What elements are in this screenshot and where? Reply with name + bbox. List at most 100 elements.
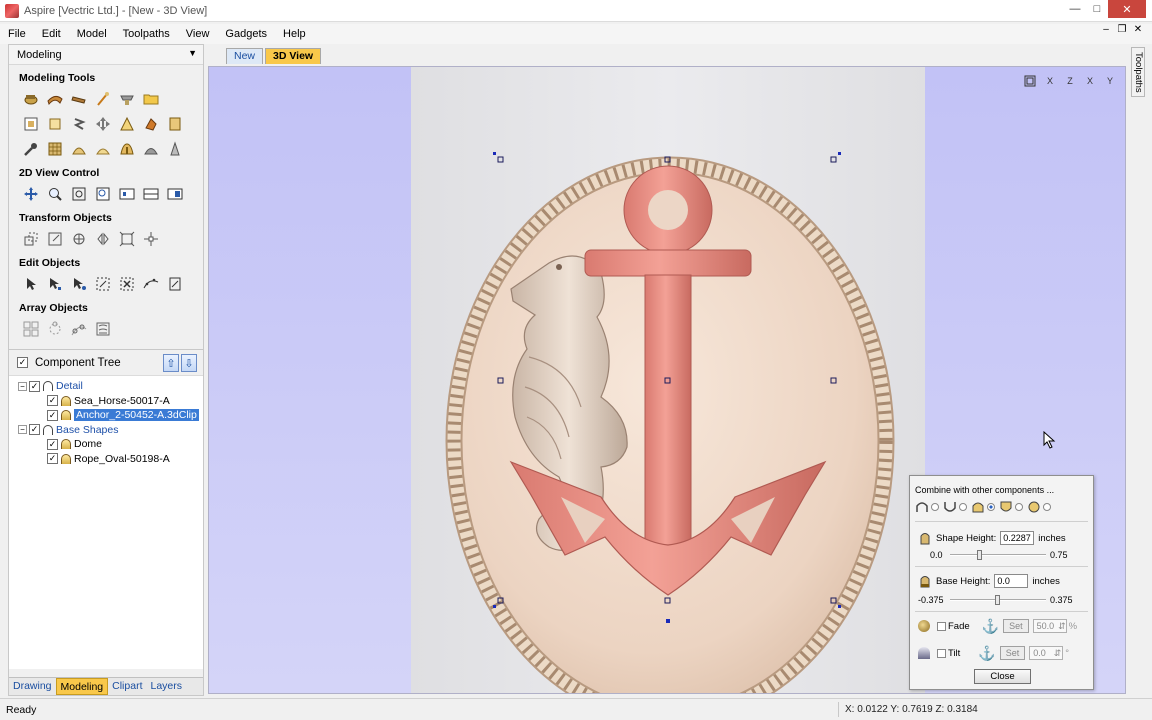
tab-3d-view[interactable]: 3D View (265, 48, 322, 64)
radio-add[interactable] (931, 503, 939, 511)
menu-gadgets[interactable]: Gadgets (217, 28, 275, 40)
zoom-icon[interactable] (43, 183, 67, 205)
create-shape-icon[interactable] (19, 88, 43, 110)
rotate-icon[interactable] (67, 228, 91, 250)
tilt-set-button[interactable]: Set (999, 646, 1026, 660)
split-view-icon[interactable] (163, 183, 187, 205)
tree-checkbox[interactable]: ✓ (47, 409, 58, 421)
interactive-trim-icon[interactable] (91, 273, 115, 295)
fillet-icon[interactable] (163, 273, 187, 295)
move-down-icon[interactable]: ⇩ (181, 354, 197, 372)
view-x2-button[interactable]: X (1081, 73, 1099, 89)
tab-new[interactable]: New (226, 48, 264, 64)
combine-multiply-option[interactable] (1027, 500, 1051, 514)
doc-minimize-button[interactable]: – (1100, 24, 1112, 35)
tilt-anchor-icon[interactable]: ⚓ (978, 645, 995, 662)
view-y-button[interactable]: Y (1101, 73, 1119, 89)
tree-group-detail[interactable]: − ✓ Detail (9, 379, 203, 394)
shape-height-slider-thumb[interactable] (977, 550, 982, 560)
distort-icon[interactable] (115, 113, 139, 135)
menu-model[interactable]: Model (69, 28, 115, 40)
view-x-button[interactable]: X (1041, 73, 1059, 89)
nesting-icon[interactable] (91, 318, 115, 340)
menu-toolpaths[interactable]: Toolpaths (115, 28, 178, 40)
transform-edit-icon[interactable] (67, 273, 91, 295)
radio-high[interactable] (987, 503, 995, 511)
move-up-icon[interactable]: ⇧ (163, 354, 179, 372)
tab-drawing[interactable]: Drawing (9, 678, 56, 695)
two-rail-sweep-icon[interactable] (43, 88, 67, 110)
node-edit-icon[interactable] (43, 273, 67, 295)
spinner-icon[interactable]: ⇵ (1054, 648, 1062, 659)
tilt-checkbox[interactable] (937, 648, 946, 658)
tab-layers[interactable]: Layers (146, 678, 186, 695)
collapse-icon[interactable]: − (18, 425, 27, 435)
fade-object-icon[interactable] (139, 113, 163, 135)
close-window-button[interactable]: ✕ (1108, 0, 1146, 18)
fade-set-button[interactable]: Set (1003, 619, 1029, 633)
scale-icon[interactable] (43, 228, 67, 250)
move-component-icon[interactable] (91, 113, 115, 135)
mirror-icon[interactable] (91, 228, 115, 250)
iso-view-icon[interactable] (1021, 73, 1039, 89)
copy-along-vectors-icon[interactable] (67, 318, 91, 340)
merge-visible-icon[interactable] (139, 138, 163, 160)
tree-checkbox[interactable]: ✓ (47, 453, 58, 465)
radio-multiply[interactable] (1043, 503, 1051, 511)
sculpt-tool-icon[interactable] (19, 138, 43, 160)
block-copy-icon[interactable] (19, 318, 43, 340)
combine-add-option[interactable] (915, 500, 939, 514)
weld-icon[interactable] (115, 88, 139, 110)
menu-file[interactable]: File (0, 28, 34, 40)
toolpaths-side-tab[interactable]: Toolpaths (1131, 47, 1145, 97)
bitmap-icon[interactable] (43, 113, 67, 135)
tree-item[interactable]: ✓ Dome (9, 437, 203, 452)
fade-amount-input[interactable]: 50.0 ⇵ (1032, 619, 1067, 633)
tile-view-icon[interactable] (139, 183, 163, 205)
radio-low[interactable] (1015, 503, 1023, 511)
slice-icon[interactable] (43, 138, 67, 160)
combine-low-option[interactable] (999, 500, 1023, 514)
tree-checkbox[interactable]: ✓ (47, 438, 58, 450)
zoom-extents-icon[interactable] (91, 183, 115, 205)
menu-help[interactable]: Help (275, 28, 314, 40)
pan-icon[interactable] (19, 183, 43, 205)
tilt-angle-input[interactable]: 0.0 ⇵ (1029, 646, 1064, 660)
tree-item[interactable]: ✓ Rope_Oval-50198-A (9, 452, 203, 467)
menu-edit[interactable]: Edit (34, 28, 69, 40)
reset-component-icon[interactable] (115, 138, 139, 160)
delete-objects-icon[interactable] (115, 273, 139, 295)
collapse-icon[interactable]: − (18, 381, 27, 391)
radio-subtract[interactable] (959, 503, 967, 511)
tab-clipart[interactable]: Clipart (108, 678, 146, 695)
minimize-button[interactable]: — (1064, 0, 1086, 18)
menu-view[interactable]: View (178, 28, 218, 40)
shape-height-slider-track[interactable] (950, 554, 1046, 556)
base-height-slider-thumb[interactable] (995, 595, 1000, 605)
texture-icon[interactable] (163, 113, 187, 135)
tree-item-selected[interactable]: ✓ Anchor_2-50452-A.3dClip (9, 408, 203, 423)
tab-modeling[interactable]: Modeling (55, 678, 109, 695)
select-icon[interactable] (19, 273, 43, 295)
half-dome-icon[interactable] (91, 138, 115, 160)
zoom-previous-icon[interactable] (115, 183, 139, 205)
circular-copy-icon[interactable] (43, 318, 67, 340)
maximize-button[interactable]: □ (1086, 0, 1108, 18)
distort-transform-icon[interactable] (115, 228, 139, 250)
open-folder-icon[interactable] (139, 88, 163, 110)
sculpt-icon[interactable] (91, 88, 115, 110)
tree-item[interactable]: ✓ Sea_Horse-50017-A (9, 394, 203, 409)
component-tree-icon[interactable] (67, 113, 91, 135)
doc-close-button[interactable]: ✕ (1132, 24, 1144, 35)
view-z-button[interactable]: Z (1061, 73, 1079, 89)
align-icon[interactable] (139, 228, 163, 250)
import-component-icon[interactable] (19, 113, 43, 135)
show-all-icon[interactable] (163, 138, 187, 160)
pin-icon[interactable]: ▼ (188, 48, 197, 58)
tree-group-base-shapes[interactable]: − ✓ Base Shapes (9, 423, 203, 438)
extrude-icon[interactable] (67, 88, 91, 110)
base-height-input[interactable]: 0.0 (994, 574, 1029, 588)
close-dialog-button[interactable]: Close (974, 669, 1031, 684)
combine-subtract-option[interactable] (943, 500, 967, 514)
fade-anchor-icon[interactable]: ⚓ (982, 618, 999, 635)
